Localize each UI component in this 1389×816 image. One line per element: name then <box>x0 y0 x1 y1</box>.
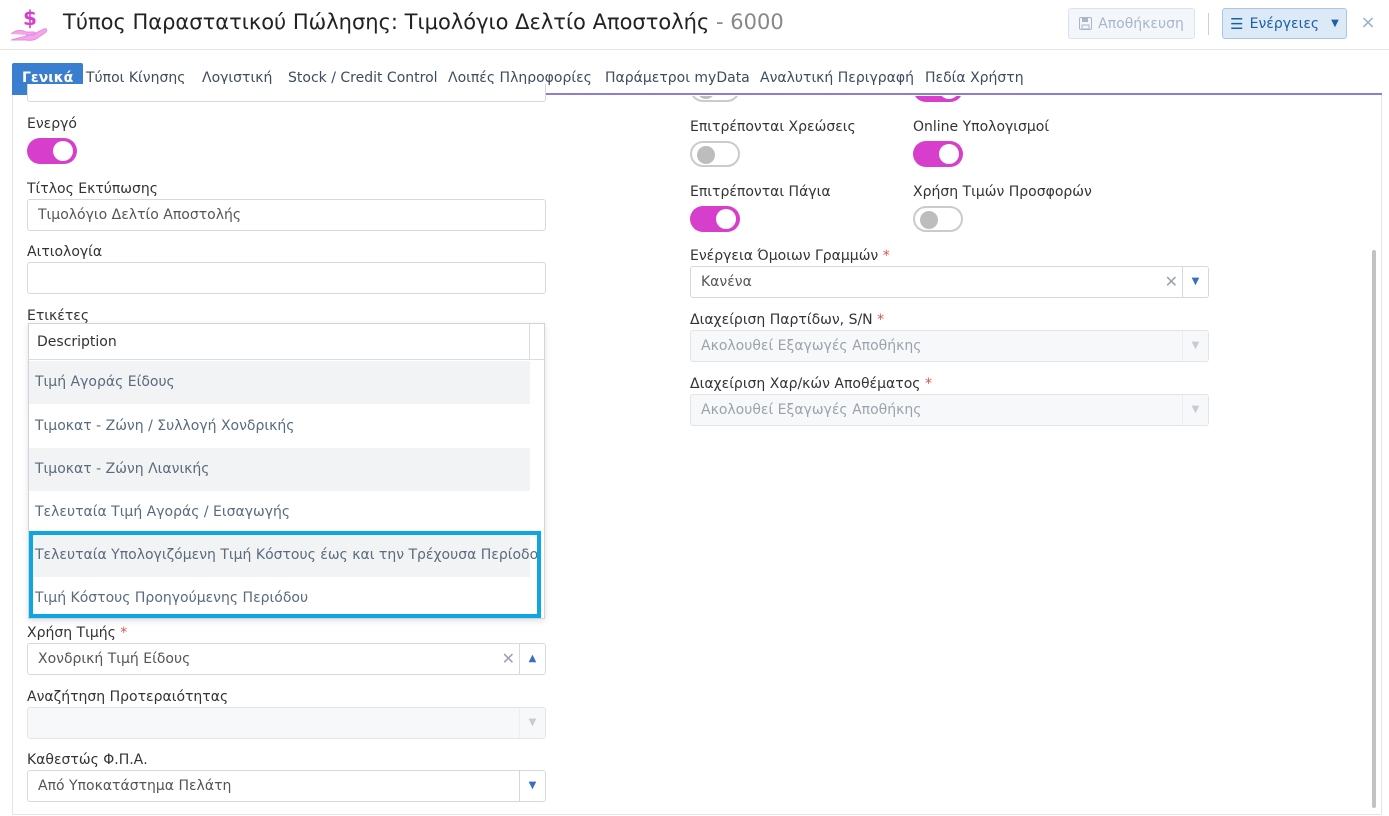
allow-fixed-assets-label: Επιτρέπονται Πάγια <box>690 184 831 200</box>
tags-label: Ετικέτες <box>27 308 90 324</box>
allow-charges-label: Επιτρέπονται Χρεώσεις <box>690 119 856 135</box>
priority-search-label: Αναζήτηση Προτεραιότητας <box>27 689 229 705</box>
caret-down-icon: ▼ <box>1182 331 1208 361</box>
allow-fixed-assets-toggle[interactable] <box>690 206 740 232</box>
active-toggle[interactable] <box>27 138 77 164</box>
priority-search-select: ▼ <box>27 707 546 739</box>
dropdown-option[interactable]: Τιμοκατ - Ζώνη / Συλλογή Χονδρικής <box>29 405 530 448</box>
tab-user-fields[interactable]: Πεδία Χρήστη <box>915 63 1034 95</box>
online-calc-toggle[interactable] <box>913 141 963 167</box>
print-title-input[interactable]: Τιμολόγιο Δελτίο Αποστολής <box>27 199 546 231</box>
actions-button[interactable]: ☰ Ενέργειες ▼ <box>1222 8 1347 39</box>
document-code: 6000 <box>730 10 784 34</box>
similar-lines-label: Ενέργεια Όμοιων Γραμμών * <box>690 248 890 264</box>
vat-status-select[interactable]: Από Υποκατάστημα Πελάτη ▼ <box>27 770 546 802</box>
clear-icon[interactable]: ✕ <box>1165 267 1178 297</box>
similar-lines-value: Κανένα <box>701 274 752 290</box>
toggle-knob <box>53 141 73 161</box>
caret-down-icon[interactable]: ▼ <box>1182 267 1208 297</box>
stock-chars-label-text: Διαχείριση Χαρ/κών Αποθέματος <box>690 376 921 392</box>
save-button[interactable]: Αποθήκευση <box>1068 8 1195 39</box>
batches-value: Ακολουθεί Εξαγωγές Αποθήκης <box>701 338 922 354</box>
caret-up-icon[interactable]: ▲ <box>519 644 545 674</box>
column-header-description: Description <box>37 334 117 350</box>
close-icon[interactable]: × <box>1360 12 1376 34</box>
reason-input[interactable] <box>27 262 546 294</box>
vat-status-value: Από Υποκατάστημα Πελάτη <box>38 778 232 794</box>
page-title-text: Τύπος Παραστατικού Πώλησης: Τιμολόγιο Δε… <box>63 10 710 34</box>
active-label: Ενεργό <box>27 116 77 132</box>
reason-label: Αιτιολογία <box>27 244 103 260</box>
floppy-icon <box>1079 17 1093 30</box>
stock-chars-value: Ακολουθεί Εξαγωγές Αποθήκης <box>701 402 922 418</box>
title-separator: - <box>715 10 724 34</box>
price-use-label-text: Χρήση Τιμής <box>27 625 116 641</box>
similar-lines-label-text: Ενέργεια Όμοιων Γραμμών <box>690 248 879 264</box>
use-offer-prices-label: Χρήση Τιμών Προσφορών <box>913 184 1092 200</box>
toggle-knob <box>920 211 938 229</box>
price-use-value: Χονδρική Τιμή Είδους <box>38 651 191 667</box>
save-label: Αποθήκευση <box>1098 15 1184 32</box>
tab-detailed-description[interactable]: Αναλυτική Περιγραφή <box>750 63 924 95</box>
toggle-knob <box>939 144 959 164</box>
menu-icon: ☰ <box>1230 14 1244 33</box>
batches-label-text: Διαχείριση Παρτίδων, S/N <box>690 312 873 328</box>
dollar-hand-icon: $ <box>10 5 50 43</box>
caret-down-icon: ▼ <box>519 708 545 738</box>
page-title: Τύπος Παραστατικού Πώλησης: Τιμολόγιο Δε… <box>63 10 784 34</box>
print-title-label: Τίτλος Εκτύπωσης <box>27 181 158 197</box>
stock-chars-label: Διαχείριση Χαρ/κών Αποθέματος * <box>690 376 932 392</box>
caret-down-icon: ▼ <box>1182 395 1208 425</box>
vertical-scrollbar[interactable] <box>1372 250 1376 808</box>
dropdown-option[interactable]: Τελευταία Τιμή Αγοράς / Εισαγωγής <box>29 491 530 534</box>
price-use-select[interactable]: Χονδρική Τιμή Είδους ✕ ▲ <box>27 643 546 675</box>
tab-mydata-params[interactable]: Παράμετροι myData <box>595 63 760 95</box>
online-calc-label: Online Υπολογισμοί <box>913 119 1050 135</box>
dropdown-option[interactable]: Τιμή Κόστους Προηγούμενης Περιόδου <box>29 577 530 618</box>
required-mark: * <box>120 625 128 641</box>
vat-status-label: Καθεστώς Φ.Π.Α. <box>27 752 148 768</box>
dropdown-column-header: Description <box>29 324 544 360</box>
stock-chars-select: Ακολουθεί Εξαγωγές Αποθήκης ▼ <box>690 394 1209 426</box>
scrolled-field-partial <box>27 84 546 102</box>
price-use-label: Χρήση Τιμής * <box>27 625 127 641</box>
batches-select: Ακολουθεί Εξαγωγές Αποθήκης ▼ <box>690 330 1209 362</box>
header-divider <box>1208 13 1209 35</box>
required-mark: * <box>882 248 890 264</box>
actions-label: Ενέργειες <box>1249 15 1320 32</box>
toggle-knob <box>697 146 715 164</box>
batches-label: Διαχείριση Παρτίδων, S/N * <box>690 312 884 328</box>
header-bar: $ Τύπος Παραστατικού Πώλησης: Τιμολόγιο … <box>0 0 1389 50</box>
caret-down-icon: ▼ <box>1331 18 1339 29</box>
allow-charges-toggle[interactable] <box>690 141 740 167</box>
caret-down-icon[interactable]: ▼ <box>519 771 545 801</box>
toggle-knob <box>716 209 736 229</box>
column-separator <box>529 324 530 360</box>
use-offer-prices-toggle[interactable] <box>913 206 963 232</box>
price-use-dropdown-list: Description Τιμή Αγοράς Είδους Τιμοκατ -… <box>28 323 545 619</box>
dropdown-option[interactable]: Τελευταία Υπολογιζόμενη Τιμή Κόστους έως… <box>29 534 538 577</box>
dropdown-option[interactable]: Τιμή Αγοράς Είδους <box>29 361 530 404</box>
clear-icon[interactable]: ✕ <box>502 644 515 674</box>
similar-lines-select[interactable]: Κανένα ✕ ▼ <box>690 266 1209 298</box>
dropdown-option[interactable]: Τιμοκατ - Ζώνη Λιανικής <box>29 448 530 491</box>
required-mark: * <box>877 312 885 328</box>
required-mark: * <box>924 376 932 392</box>
svg-text:$: $ <box>23 6 37 30</box>
